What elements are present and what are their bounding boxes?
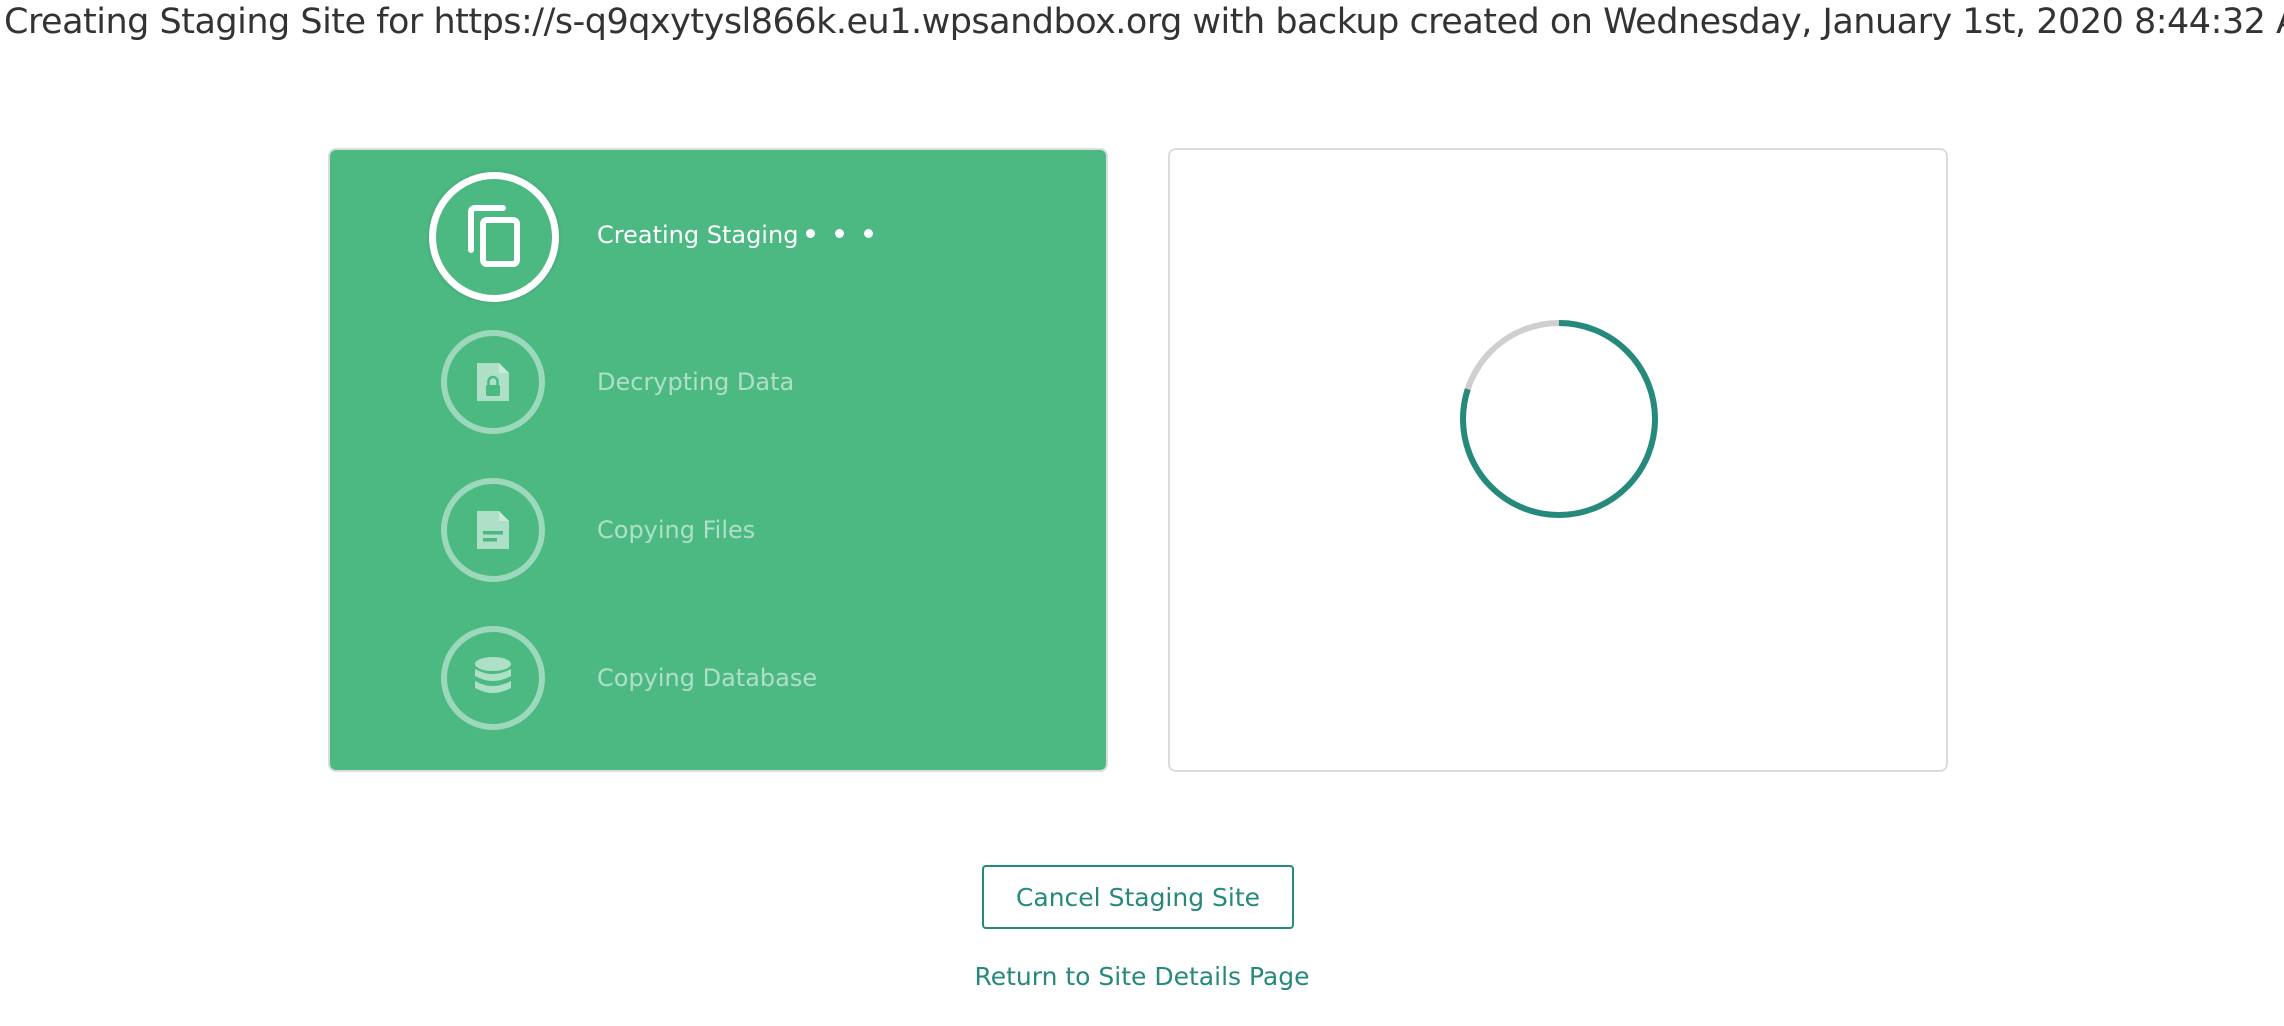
loading-spinner: [1460, 320, 1658, 518]
file-text-icon: [477, 511, 509, 549]
copy-icon: [468, 205, 520, 267]
loading-dot: [806, 229, 815, 238]
progress-panel: [1168, 148, 1948, 772]
steps-panel: Creating Staging Decrypting Data Copying…: [328, 148, 1108, 772]
step-circle: [441, 478, 545, 582]
loading-dots: [806, 229, 873, 238]
step-copying-database: Copying Database: [330, 609, 1110, 749]
return-to-site-details-link[interactable]: Return to Site Details Page: [0, 962, 2284, 991]
step-circle: [441, 626, 545, 730]
step-copying-files: Copying Files: [330, 461, 1110, 601]
database-icon: [475, 657, 511, 693]
step-label: Copying Database: [597, 664, 818, 692]
step-decrypting-data: Decrypting Data: [330, 313, 1110, 453]
loading-dot: [864, 229, 873, 238]
step-label: Decrypting Data: [597, 368, 795, 396]
file-lock-icon: [477, 363, 509, 401]
loading-dot: [835, 229, 844, 238]
step-circle: [429, 172, 559, 302]
page-title: Creating Staging Site for https://s-q9qx…: [4, 2, 2284, 42]
step-label: Copying Files: [597, 516, 756, 544]
step-label: Creating Staging: [597, 221, 799, 249]
step-circle: [441, 330, 545, 434]
step-creating-staging: Creating Staging: [330, 150, 1110, 302]
cancel-staging-button[interactable]: Cancel Staging Site: [982, 865, 1294, 929]
